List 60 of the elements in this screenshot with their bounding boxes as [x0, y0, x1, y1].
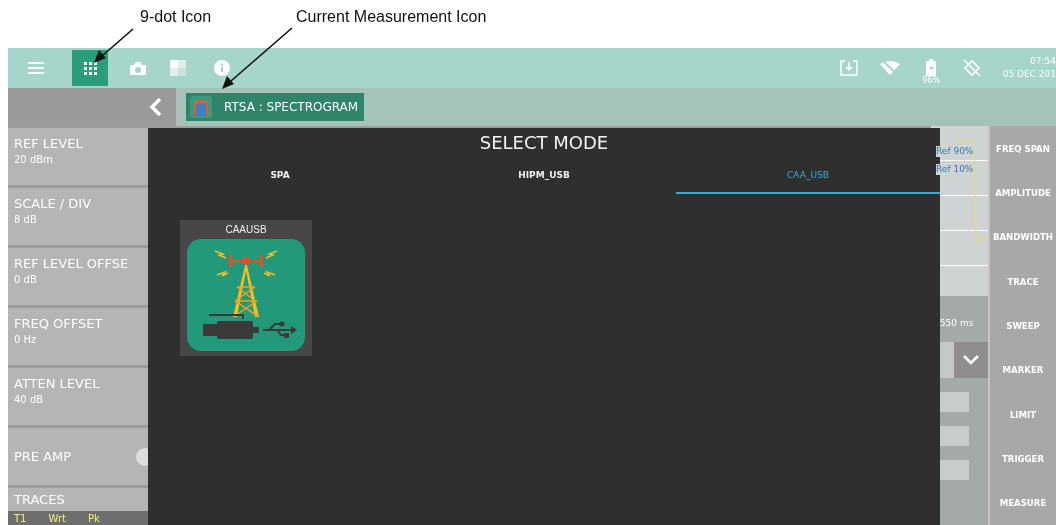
trace-value: T1	[14, 513, 27, 524]
callout-arrow	[94, 28, 134, 63]
setting-value: 0 Hz	[14, 334, 38, 345]
apps-button[interactable]	[72, 50, 108, 86]
setting-value: 8 dB	[14, 214, 38, 225]
tower-usb-icon	[187, 239, 305, 351]
setting-card[interactable]: ATTEN LEVEL 40 dB	[8, 368, 148, 425]
menu-tab[interactable]: LIMIT	[990, 391, 1056, 437]
setting-value: 0 dB	[14, 274, 38, 285]
setting-label: PRE AMP	[14, 449, 73, 464]
menu-icon	[28, 62, 44, 74]
menu-tab[interactable]: MARKER	[990, 347, 1056, 392]
setting-label: REF LEVEL OFFSE	[14, 256, 130, 271]
mode-tab[interactable]: HIPM_USB	[412, 158, 676, 194]
rotation-lock-icon	[962, 58, 982, 78]
download-icon	[840, 60, 859, 76]
setting-value: 20 dBm	[14, 154, 54, 165]
menu-tab[interactable]: AMPLITUDE	[990, 170, 1056, 215]
wifi-off-icon	[880, 60, 901, 76]
trace-value: Pk	[87, 513, 100, 524]
menu-tab[interactable]: SWEEP	[990, 303, 1056, 348]
menu-tab[interactable]: MEASURE	[990, 480, 1056, 525]
chevron-down-icon	[962, 355, 980, 365]
menu-tab[interactable]: TRACE	[990, 259, 1056, 304]
spectrogram-icon	[190, 96, 212, 118]
setting-label: SCALE / DIV	[14, 196, 93, 211]
callout-label: 9-dot Icon	[140, 8, 212, 26]
mode-tab[interactable]: SPA	[148, 158, 412, 194]
chart-label: Ref 90%	[936, 146, 974, 157]
menu-tab[interactable]: BANDWIDTH	[990, 214, 1056, 259]
battery-percent: 96%	[922, 75, 940, 86]
callout-arrow	[222, 27, 293, 89]
setting-label: TRACES	[14, 492, 66, 507]
callout-label: Current Measurement Icon	[296, 8, 487, 26]
clock-time: 07:54	[1030, 55, 1056, 68]
app-tile[interactable]: CAAUSB	[180, 220, 312, 356]
setting-label: FREQ OFFSET	[14, 316, 104, 331]
time-reading: .550 ms	[936, 317, 975, 330]
battery-icon	[926, 58, 937, 76]
setting-card[interactable]: TRACES T1 Wrt Pk	[8, 488, 148, 525]
menu-tab[interactable]: TRIGGER	[990, 436, 1056, 481]
setting-card[interactable]: PRE AMP	[8, 428, 148, 485]
measurement-button[interactable]: RTSA : SPECTROGRAM	[186, 93, 365, 121]
setting-label: REF LEVEL	[14, 136, 84, 151]
setting-card[interactable]: REF LEVEL 20 dBm	[8, 128, 148, 185]
setting-card[interactable]: FREQ OFFSET 0 Hz	[8, 308, 148, 365]
info-icon	[214, 60, 230, 76]
setting-label: ATTEN LEVEL	[14, 376, 101, 391]
grid-icon	[83, 61, 97, 75]
squares-icon	[170, 60, 186, 76]
menu-tab[interactable]: FREQ SPAN	[990, 126, 1056, 171]
setting-card[interactable]: SCALE / DIV 8 dB	[8, 188, 148, 245]
camera-icon	[129, 60, 147, 76]
back-icon[interactable]	[148, 97, 162, 117]
setting-value: 40 dB	[14, 394, 45, 405]
clock-date: 05 DEC 201	[1002, 68, 1056, 81]
trace-value: Wrt	[48, 513, 66, 524]
setting-card[interactable]: REF LEVEL OFFSE 0 dB	[8, 248, 148, 305]
chart-label: Ref 10%	[936, 164, 974, 175]
app-label: CAAUSB	[225, 224, 267, 235]
